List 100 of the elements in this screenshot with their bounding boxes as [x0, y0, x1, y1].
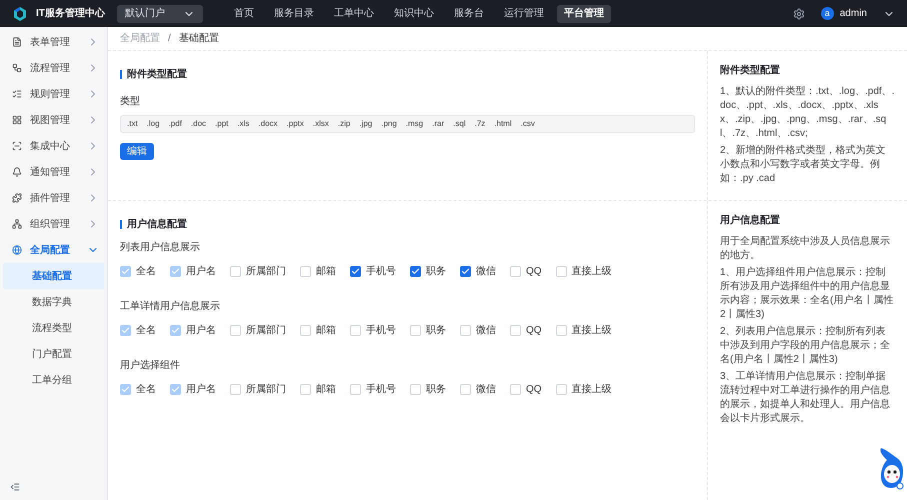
network-icon — [12, 219, 22, 229]
sidebar-subitem[interactable]: 数据字典 — [3, 289, 104, 315]
type-tag: .txt — [124, 118, 141, 130]
sidebar-item[interactable]: 表单管理 — [0, 29, 107, 55]
type-tag: .rar — [429, 118, 448, 130]
app-title: IT服务管理中心 — [36, 6, 105, 21]
checkbox[interactable] — [410, 266, 421, 277]
type-tag: .xls — [234, 118, 252, 130]
checkbox-label: 职务 — [426, 265, 446, 279]
sidebar-label: 全局配置 — [30, 244, 70, 258]
checkbox-label: 所属部门 — [246, 264, 286, 279]
checkbox-label: QQ — [526, 324, 542, 338]
checkbox-label: 微信 — [476, 324, 496, 338]
user-name[interactable]: admin — [840, 6, 867, 21]
checkbox-label: 邮箱 — [316, 264, 336, 279]
help-text: 1、用户选择组件用户信息展示：控制所有涉及用户选择组件中的用户信息显示内容；展示效果：全名(用户名丨属性2丨属性3) — [720, 266, 894, 322]
sidebar-label: 集成中心 — [30, 140, 70, 154]
type-tag: .zip — [334, 118, 354, 130]
edit-button[interactable]: 编辑 — [120, 143, 154, 160]
sidebar-subitem[interactable]: 基础配置 — [3, 263, 104, 289]
sidebar-label: 视图管理 — [30, 114, 70, 128]
checkbox-label: 职务 — [426, 383, 446, 397]
type-tag: .pdf — [166, 118, 185, 130]
section-marker — [120, 70, 122, 79]
nav-tab[interactable]: 首页 — [226, 4, 261, 22]
group-label: 列表用户信息展示 — [120, 240, 201, 255]
nav-tab[interactable]: 平台管理 — [556, 4, 611, 22]
checkbox[interactable] — [350, 266, 361, 277]
type-field[interactable]: .txt .log .pdf .doc .ppt .xls .docx .pptx .xlsx .zip .jpg .png .msg .rar .sql .7z .html .csv — [120, 115, 695, 133]
puzzle-icon — [12, 193, 22, 203]
user-avatar: a — [820, 7, 834, 20]
type-tag: .doc — [188, 118, 210, 130]
sidebar-item[interactable]: 流程管理 — [0, 55, 107, 81]
checkbox-label: 职务 — [426, 324, 446, 338]
nav-tab[interactable]: 服务目录 — [266, 4, 321, 22]
sidebar-subitem[interactable]: 门户配置 — [3, 341, 104, 367]
checkbox-label: 微信 — [476, 265, 496, 279]
checkbox-label: 用户名 — [186, 324, 216, 338]
checklist-icon — [12, 89, 22, 99]
group-label: 用户选择组件 — [120, 358, 181, 373]
type-tag: .csv — [518, 118, 538, 130]
type-tag: .jpg — [356, 118, 376, 130]
sidebar-item[interactable]: 规则管理 — [0, 81, 107, 107]
sidebar-item[interactable]: 插件管理 — [0, 185, 107, 211]
flow-icon — [12, 63, 22, 73]
type-tag: .xlsx — [310, 118, 332, 130]
type-tag: .png — [378, 118, 400, 130]
portal-select[interactable]: 默认门户 — [116, 4, 203, 22]
breadcrumb-separator: / — [168, 32, 171, 46]
nav-tab[interactable]: 工单中心 — [326, 4, 381, 22]
nav-tab[interactable]: 服务台 — [446, 4, 491, 22]
sidebar-label: 插件管理 — [30, 192, 70, 206]
section-marker — [120, 220, 122, 229]
sidebar-item[interactable]: 通知管理 — [0, 159, 107, 185]
scan-icon — [12, 141, 22, 151]
type-tag: .pptx — [284, 118, 307, 130]
sidebar-label: 通知管理 — [30, 166, 70, 180]
sidebar-subitem[interactable]: 工单分组 — [3, 367, 104, 393]
sidebar-item[interactable]: 集成中心 — [0, 133, 107, 159]
checkbox-label: 邮箱 — [316, 382, 336, 397]
checkbox-label: 全名 — [136, 265, 156, 279]
collapse-icon[interactable] — [10, 482, 20, 492]
nav-tab[interactable]: 知识中心 — [386, 4, 441, 22]
type-tag: .ppt — [212, 118, 232, 130]
type-tag: .html — [491, 118, 515, 130]
section-title: 用户信息配置 — [127, 217, 187, 232]
checkbox-label: QQ — [526, 383, 542, 397]
grid-icon — [12, 115, 22, 125]
sidebar-item[interactable]: 视图管理 — [0, 107, 107, 133]
breadcrumb-item: 基础配置 — [178, 32, 219, 46]
help-text: 2、新增的附件格式类型，格式为英文小数点和小写数字或者英文字母。例如：.py .cad — [720, 144, 887, 186]
sidebar-label: 流程管理 — [30, 62, 70, 76]
checkbox-label: 微信 — [476, 383, 496, 397]
checkbox-label: 所属部门 — [246, 382, 286, 397]
checkbox-label: 所属部门 — [246, 324, 286, 338]
checkbox-label: QQ — [526, 265, 542, 279]
checkbox-label: 直接上级 — [572, 382, 612, 397]
checkbox-label: 手机号 — [366, 324, 396, 338]
help-title: 附件类型配置 — [720, 64, 781, 78]
checkbox-label: 手机号 — [366, 382, 396, 397]
sidebar-label: 规则管理 — [30, 88, 70, 102]
nav-tab[interactable]: 运行管理 — [496, 4, 551, 22]
checkbox-label: 手机号 — [366, 264, 396, 279]
checkbox[interactable] — [460, 266, 471, 277]
type-tag: .docx — [255, 118, 281, 130]
checkbox-label: 用户名 — [186, 264, 216, 279]
sidebar-subitem[interactable]: 流程类型 — [3, 315, 104, 341]
help-text: 1、默认的附件类型：.txt、.log、.pdf、.doc、.ppt、.xls、.docx、.pptx、.xlsx、.zip、.jpg、.png、.msg、.rar、.sql、.7z、.html、.csv; — [720, 85, 895, 141]
sidebar-label: 组织管理 — [30, 218, 70, 232]
globe-icon — [12, 245, 22, 255]
sidebar-item[interactable]: 全局配置 — [0, 237, 107, 263]
checkbox-label: 邮箱 — [316, 324, 336, 338]
sidebar-item[interactable]: 组织管理 — [0, 211, 107, 237]
checkbox-label: 全名 — [136, 383, 156, 397]
type-tag: .sql — [450, 118, 469, 130]
section-title: 附件类型配置 — [127, 68, 187, 82]
settings-icon[interactable] — [792, 8, 805, 20]
help-text: 2、列表用户信息展示：控制所有列表中涉及到用户字段的用户信息展示；全名(用户名丨属性2丨属性3) — [720, 325, 891, 367]
checkbox-label: 用户名 — [186, 382, 216, 397]
checkbox-label: 直接上级 — [572, 324, 612, 338]
